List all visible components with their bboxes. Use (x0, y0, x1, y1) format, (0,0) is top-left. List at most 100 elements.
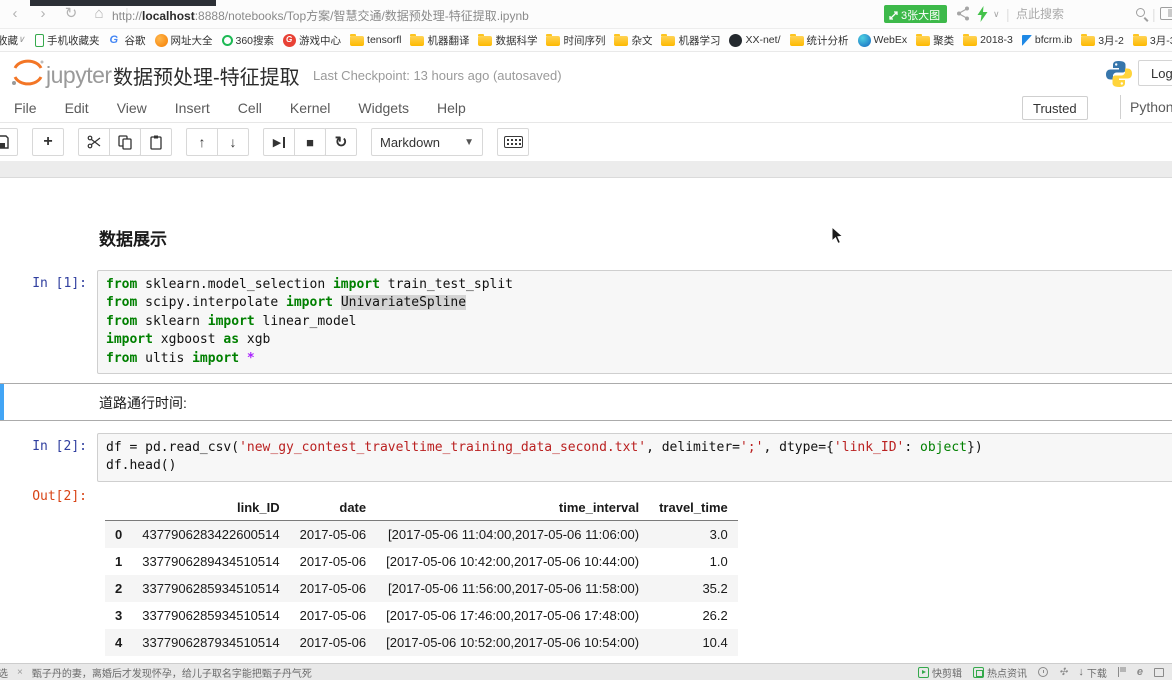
markdown-cell-selected[interactable]: 道路通行时间: (0, 383, 1172, 421)
bookmarks-bar: 收藏手机收藏夹谷歌网址大全 360搜索游戏中心 tensorfl 机器翻译 数据科学时间… (0, 29, 1172, 52)
menu-cell[interactable]: Cell (224, 96, 276, 120)
news-ticker[interactable]: 甄子丹的妻，离婚后才发现怀孕，给儿子取名字能把甄子丹气死 (32, 665, 312, 680)
history-item[interactable] (1038, 667, 1048, 677)
table-cell: 3377906289434510514 (132, 548, 289, 575)
search-icon[interactable] (1136, 8, 1145, 17)
row-index: 3 (105, 602, 132, 629)
chevron-icon (18, 34, 26, 47)
interrupt-kernel-button[interactable]: ■ (294, 128, 326, 156)
menu-help[interactable]: Help (423, 96, 480, 120)
bookmark-item[interactable]: 时间序列 (546, 33, 605, 48)
bookmark-item[interactable]: WebEx (858, 34, 908, 47)
ie-mode-item[interactable] (1137, 666, 1143, 678)
quick-edit-item[interactable]: 快剪辑 (918, 665, 962, 680)
move-cell-up-button[interactable]: ↑ (186, 128, 218, 156)
code-input-area[interactable]: df = pd.read_csv('new_gy_contest_travelt… (97, 433, 1172, 482)
cut-cell-button[interactable] (78, 128, 110, 156)
menu-edit[interactable]: Edit (51, 96, 103, 120)
webex-icon (858, 34, 871, 47)
s360-icon (222, 35, 233, 46)
refresh-icon[interactable]: ↻ (62, 4, 80, 22)
window-item[interactable] (1154, 668, 1164, 677)
bookmark-item[interactable]: 谷歌 (109, 33, 146, 48)
bookmark-label: 3月-3 (1150, 33, 1172, 48)
column-header: time_interval (376, 495, 649, 521)
table-cell: 2017-05-06 (290, 602, 377, 629)
markdown-heading[interactable]: 数据展示 (99, 225, 167, 250)
search-input[interactable] (1016, 4, 1134, 24)
window-icon (1154, 668, 1164, 677)
bookmark-item[interactable]: tensorfl (350, 34, 401, 46)
table-cell: 4377906283422600514 (132, 521, 289, 549)
address-bar[interactable]: http://localhost:8888/notebooks/Top方案/智慧… (112, 7, 529, 24)
copy-cell-button[interactable] (109, 128, 141, 156)
screen: ‹ › ↻ ⌂ | http://localhost:8888/notebook… (0, 0, 1172, 680)
back-icon[interactable]: ‹ (6, 5, 24, 22)
trusted-button[interactable]: Trusted (1022, 96, 1088, 120)
paste-icon (149, 135, 163, 150)
news-icon (973, 667, 984, 678)
code-cell-2[interactable]: In [2]: df = pd.read_csv('new_gy_contest… (0, 433, 1172, 482)
bookmark-item[interactable]: XX-net/ (729, 34, 780, 47)
share-icon[interactable] (956, 6, 970, 21)
menu-insert[interactable]: Insert (161, 96, 224, 120)
download-item[interactable]: 下载 (1078, 665, 1107, 680)
bookmark-item[interactable]: 数据科学 (478, 33, 537, 48)
forward-icon[interactable]: › (34, 5, 52, 22)
folder-icon (790, 36, 804, 46)
hot-news-item[interactable]: 热点资讯 (973, 665, 1027, 680)
add-cell-button[interactable]: + (32, 128, 64, 156)
command-palette-button[interactable] (497, 128, 529, 156)
quick-edit-label: 快剪辑 (932, 665, 962, 680)
bookmark-label: 数据科学 (495, 33, 537, 48)
bookmark-item[interactable]: bfcrm.ib (1022, 34, 1072, 46)
bookmark-item[interactable]: 收藏 (0, 33, 26, 48)
run-cell-button[interactable]: ▶ (263, 128, 295, 156)
kernel-name: Python 3 (1130, 99, 1172, 115)
bookmark-item[interactable]: 机器学习 (661, 33, 720, 48)
save-button[interactable] (0, 128, 18, 156)
bookmark-item[interactable]: 杂文 (614, 33, 652, 48)
logout-button[interactable]: Logout (1138, 60, 1172, 86)
code-input-area[interactable]: from sklearn.model_selection import trai… (97, 270, 1172, 374)
bookmark-label: 360搜索 (236, 33, 275, 48)
bookmark-item[interactable]: 机器翻译 (410, 33, 469, 48)
bookmark-item[interactable]: 2018-3 (963, 34, 1013, 46)
menu-view[interactable]: View (103, 96, 161, 120)
output-prompt: Out[2]: (0, 483, 97, 504)
bookmark-item[interactable]: 360搜索 (222, 33, 275, 48)
paste-cell-button[interactable] (140, 128, 172, 156)
folder-icon (1081, 36, 1095, 46)
bookmark-item[interactable]: 3月-2 (1081, 33, 1124, 48)
big-image-badge[interactable]: 3张大图 (884, 5, 947, 23)
bookmark-item[interactable]: 3月-3 (1133, 33, 1172, 48)
menu-kernel[interactable]: Kernel (276, 96, 344, 120)
plugins-item[interactable] (1059, 667, 1067, 678)
bookmark-item[interactable]: 手机收藏夹 (35, 33, 100, 48)
move-cell-down-button[interactable]: ↓ (217, 128, 249, 156)
chevron-down-icon[interactable]: ∨ (993, 9, 1000, 20)
cell-type-value: Markdown (380, 135, 440, 150)
jupyter-planet-icon (10, 58, 46, 88)
notebook-title[interactable]: 数据预处理-特征提取 (113, 61, 300, 90)
jupyter-logo[interactable]: jupyter (10, 58, 112, 88)
folder-icon (350, 36, 364, 46)
bookmark-item[interactable]: 统计分析 (790, 33, 849, 48)
column-header: link_ID (132, 495, 289, 521)
sidebar-panel-icon[interactable] (1160, 7, 1172, 20)
cell-type-select[interactable]: Markdown ▼ (371, 128, 483, 156)
folder-icon (614, 36, 628, 46)
flag-item[interactable] (1118, 667, 1126, 677)
menu-widgets[interactable]: Widgets (344, 96, 423, 120)
menu-file[interactable]: File (0, 96, 51, 120)
code-cell-1[interactable]: In [1]: from sklearn.model_selection imp… (0, 270, 1172, 374)
bookmark-item[interactable]: 网址大全 (155, 33, 213, 48)
restart-kernel-button[interactable]: ↻ (325, 128, 357, 156)
url-protocol: http:// (112, 9, 142, 23)
bookmark-item[interactable]: 游戏中心 (283, 33, 341, 48)
lightning-icon[interactable] (977, 6, 988, 22)
close-icon[interactable]: × (17, 667, 23, 678)
history-icon (1038, 667, 1048, 677)
bookmark-item[interactable]: 聚类 (916, 33, 954, 48)
home-icon[interactable]: ⌂ (90, 5, 108, 22)
